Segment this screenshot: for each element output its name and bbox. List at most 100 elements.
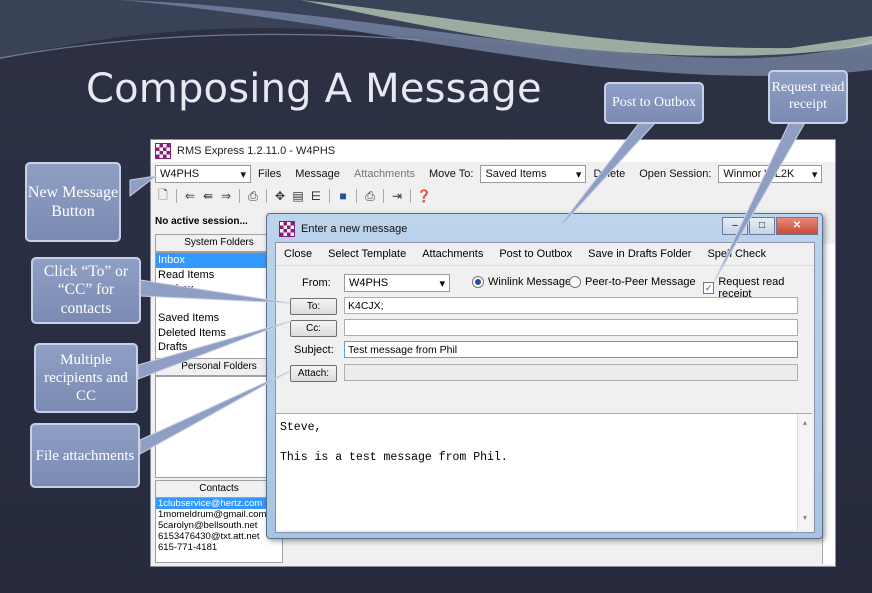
move-icon[interactable]: ✥ bbox=[272, 188, 288, 204]
rms-logo-icon bbox=[279, 221, 295, 237]
reply-icon[interactable]: ⇐ bbox=[182, 188, 198, 204]
folder-item-drafts[interactable]: Drafts bbox=[156, 340, 282, 355]
slide-title: Composing A Message bbox=[86, 66, 542, 112]
contact-item[interactable]: 1momeldrum@gmail.com bbox=[156, 509, 282, 520]
move-to-label: Move To: bbox=[429, 168, 474, 180]
move-to-value: Saved Items bbox=[485, 168, 547, 180]
message-list-edge bbox=[822, 244, 835, 564]
message-body[interactable]: Steve, This is a test message from Phil. ▲… bbox=[276, 413, 812, 530]
from-label: From: bbox=[302, 277, 331, 289]
open-session-combo[interactable]: Winmor WL2K ▾ bbox=[718, 165, 823, 183]
folder-item-read[interactable]: Read Items bbox=[156, 268, 282, 283]
dialog-menu-spell-check[interactable]: Spell Check bbox=[699, 248, 774, 260]
toolbar-separator bbox=[410, 189, 411, 203]
contact-item[interactable]: 5carolyn@bellsouth.net bbox=[156, 520, 282, 531]
body-line-2: This is a test message from Phil. bbox=[280, 451, 508, 464]
to-field[interactable]: K4CJX; bbox=[344, 297, 798, 314]
session-status: No active session... bbox=[155, 216, 248, 227]
dialog-menu-attachments[interactable]: Attachments bbox=[414, 248, 491, 260]
close-icon[interactable]: ✕ bbox=[776, 217, 818, 235]
chevron-down-icon: ▾ bbox=[240, 168, 246, 181]
from-combo[interactable]: W4PHS ▾ bbox=[344, 274, 450, 292]
winlink-label: Winlink Message bbox=[488, 276, 572, 288]
app-toolbar: 🗋 ⇐ ⇚ ⇒ ⎙ ✥ ▤ ⋿ ■ ⎙ ⇥ ❓ bbox=[151, 186, 835, 206]
cc-field[interactable] bbox=[344, 319, 798, 336]
chevron-down-icon: ▾ bbox=[811, 168, 818, 181]
dialog-menubar: Close Select Template Attachments Post t… bbox=[276, 243, 814, 266]
checkmark-icon: ✓ bbox=[703, 282, 715, 294]
folder-item-hidden[interactable] bbox=[156, 297, 282, 312]
body-line-1: Steve, bbox=[280, 421, 322, 434]
subject-field[interactable]: Test message from Phil bbox=[344, 341, 798, 358]
menu-attachments[interactable]: Attachments bbox=[347, 168, 422, 180]
chevron-down-icon: ▾ bbox=[575, 168, 582, 181]
radio-empty-icon bbox=[569, 276, 581, 288]
new-message-icon[interactable]: 🗋 bbox=[155, 188, 171, 204]
save-icon[interactable]: ■ bbox=[335, 188, 351, 204]
dialog-title: Enter a new message bbox=[301, 223, 408, 235]
winlink-radio[interactable]: Winlink Message bbox=[472, 276, 571, 288]
reply-all-icon[interactable]: ⇚ bbox=[200, 188, 216, 204]
dialog-body: Close Select Template Attachments Post t… bbox=[275, 242, 815, 533]
dialog-menu-select-template[interactable]: Select Template bbox=[320, 248, 414, 260]
dialog-window-buttons: – □ ✕ bbox=[722, 217, 818, 235]
cc-button[interactable]: Cc: bbox=[290, 320, 337, 337]
forward-icon[interactable]: ⇒ bbox=[218, 188, 234, 204]
callout-new-message: New Message Button bbox=[25, 162, 121, 242]
toolbar-separator bbox=[383, 189, 384, 203]
send-receive-icon[interactable]: ⇥ bbox=[389, 188, 405, 204]
personal-folder-list bbox=[155, 376, 283, 478]
scroll-down-icon[interactable]: ▼ bbox=[798, 512, 812, 527]
print-message-icon[interactable]: ⎙ bbox=[245, 188, 261, 204]
dialog-menu-post-outbox[interactable]: Post to Outbox bbox=[491, 248, 580, 260]
move-to-combo[interactable]: Saved Items ▾ bbox=[480, 165, 587, 183]
toolbar-separator bbox=[329, 189, 330, 203]
callout-multiple: Multiple recipients and CC bbox=[34, 343, 138, 413]
body-blank-line bbox=[280, 435, 808, 450]
attachments-field bbox=[344, 364, 798, 381]
minimize-icon[interactable]: – bbox=[722, 217, 748, 235]
contact-item[interactable]: 6153476430@txt.att.net bbox=[156, 531, 282, 542]
to-button[interactable]: To: bbox=[290, 298, 337, 315]
folder-item-outbox[interactable]: Outbox bbox=[156, 282, 282, 297]
scroll-up-icon[interactable]: ▲ bbox=[798, 417, 812, 432]
rms-logo-icon bbox=[155, 143, 171, 159]
p2p-radio[interactable]: Peer-to-Peer Message bbox=[569, 276, 696, 288]
contacts-list: 1clubservice@hertz.com 1momeldrum@gmail.… bbox=[155, 497, 283, 563]
printer-icon[interactable]: ⎙ bbox=[362, 188, 378, 204]
chevron-down-icon: ▾ bbox=[439, 277, 445, 290]
contact-item[interactable]: 615-771-4181 bbox=[156, 542, 282, 553]
body-scrollbar[interactable]: ▲ ▼ bbox=[797, 414, 812, 530]
subject-label: Subject: bbox=[294, 344, 334, 356]
toolbar-separator bbox=[356, 189, 357, 203]
from-value: W4PHS bbox=[349, 277, 389, 289]
radio-selected-icon bbox=[472, 276, 484, 288]
menu-delete[interactable]: Delete bbox=[586, 168, 632, 180]
folder-item-inbox[interactable]: Inbox bbox=[156, 253, 282, 268]
dialog-menu-close[interactable]: Close bbox=[276, 248, 320, 260]
app-titlebar: RMS Express 1.2.11.0 - W4PHS bbox=[151, 140, 835, 162]
folder-item-deleted[interactable]: Deleted Items bbox=[156, 326, 282, 341]
callsign-combo[interactable]: W4PHS ▾ bbox=[155, 165, 251, 183]
dialog-menu-save-drafts[interactable]: Save in Drafts Folder bbox=[580, 248, 699, 260]
menu-files[interactable]: Files bbox=[251, 168, 288, 180]
contact-item[interactable]: 1clubservice@hertz.com bbox=[156, 498, 282, 509]
filter-icon[interactable]: ⋿ bbox=[308, 188, 324, 204]
system-folder-list: Inbox Read Items Outbox Saved Items Dele… bbox=[155, 252, 283, 362]
attach-button[interactable]: Attach: bbox=[290, 365, 337, 382]
dialog-titlebar: Enter a new message bbox=[275, 219, 407, 239]
open-session-label: Open Session: bbox=[639, 168, 712, 180]
callout-click-to: Click “To” or “CC” for contacts bbox=[31, 257, 141, 324]
toolbar-separator bbox=[239, 189, 240, 203]
p2p-label: Peer-to-Peer Message bbox=[585, 276, 696, 288]
help-icon[interactable]: ❓ bbox=[416, 188, 432, 204]
compose-dialog: Enter a new message – □ ✕ Close Select T… bbox=[266, 213, 823, 539]
folder-item-saved[interactable]: Saved Items bbox=[156, 311, 282, 326]
personal-folders-header: Personal Folders bbox=[155, 358, 283, 376]
app-menubar: W4PHS ▾ Files Message Attachments Move To… bbox=[151, 162, 835, 186]
maximize-icon[interactable]: □ bbox=[749, 217, 775, 235]
open-session-value: Winmor WL2K bbox=[723, 168, 795, 180]
document-icon[interactable]: ▤ bbox=[290, 188, 306, 204]
menu-message[interactable]: Message bbox=[288, 168, 347, 180]
callout-post-outbox: Post to Outbox bbox=[604, 82, 704, 124]
